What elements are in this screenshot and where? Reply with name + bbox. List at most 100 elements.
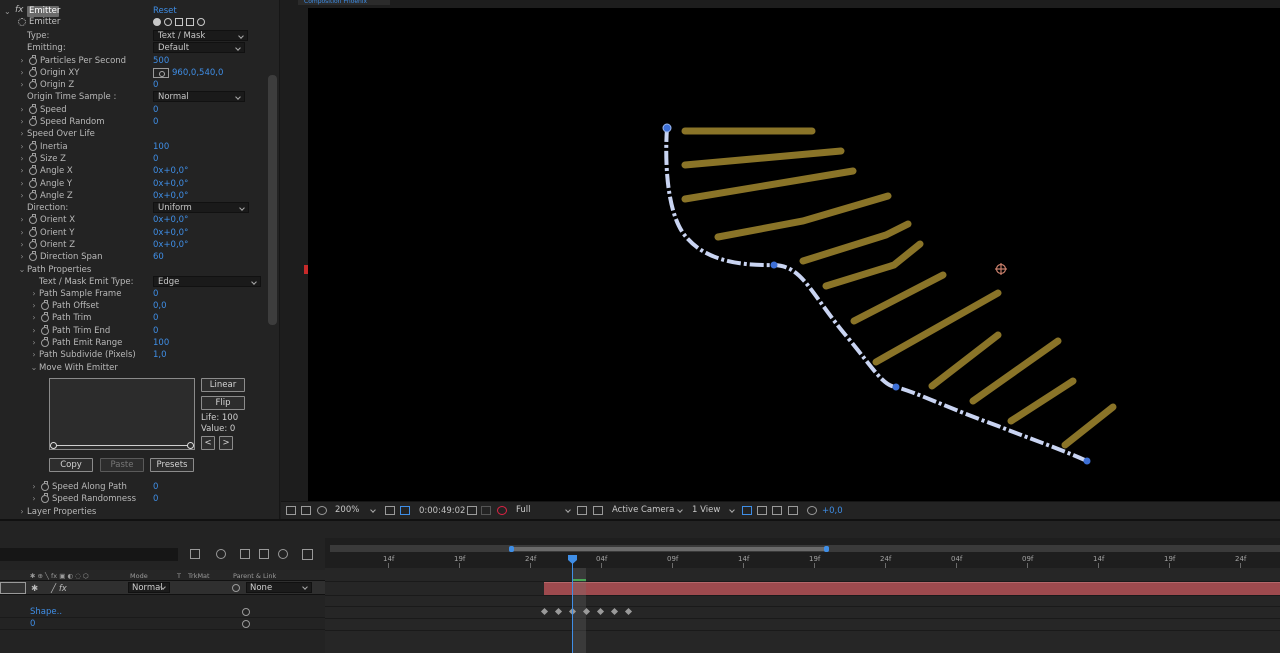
graph-end-point[interactable] xyxy=(187,442,194,449)
composition-tab[interactable]: Composition Pnoenix xyxy=(298,0,390,5)
property-row-value[interactable]: 0 xyxy=(0,618,325,630)
param-row-particles-per-second[interactable]: › Particles Per Second 500 xyxy=(0,55,266,67)
origin-point-button[interactable] xyxy=(153,68,169,78)
twirl-closed-icon[interactable]: › xyxy=(30,325,38,337)
current-timecode[interactable]: 0:00:49:02 xyxy=(419,506,465,516)
show-snapshot-icon[interactable] xyxy=(481,506,491,515)
stopwatch-icon[interactable] xyxy=(29,67,37,77)
stopwatch-icon[interactable] xyxy=(29,190,37,200)
current-time-indicator[interactable] xyxy=(572,560,573,653)
stopwatch-icon[interactable] xyxy=(41,325,49,335)
param-row-speed-along-path[interactable]: › Speed Along Path 0 xyxy=(0,481,266,493)
next-point-button[interactable]: > xyxy=(219,436,233,450)
time-ruler[interactable] xyxy=(325,538,1280,568)
stopwatch-icon[interactable] xyxy=(41,312,49,322)
param-value[interactable]: 0 xyxy=(153,312,158,324)
snapshot-region-icon[interactable] xyxy=(286,506,296,515)
box-mode-icon[interactable] xyxy=(175,18,183,26)
param-row-orient-x[interactable]: › Orient X 0x+0,0° xyxy=(0,214,266,226)
emitter-mode-icons[interactable] xyxy=(153,18,205,28)
property-shape-label[interactable]: Shape.. xyxy=(30,606,62,618)
param-row-path-subdivide-pixels[interactable]: › Path Subdivide (Pixels) 1,0 xyxy=(0,349,266,361)
param-row-path-trim-end[interactable]: › Path Trim End 0 xyxy=(0,325,266,337)
stopwatch-icon[interactable] xyxy=(29,104,37,114)
flip-button[interactable]: Flip xyxy=(201,396,245,410)
param-row-layer-properties[interactable]: › Layer Properties xyxy=(0,506,266,518)
circle-mode-icon[interactable] xyxy=(164,18,172,26)
twirl-closed-icon[interactable]: › xyxy=(18,67,26,79)
twirl-closed-icon[interactable]: › xyxy=(18,239,26,251)
exposure-value[interactable]: +0,0 xyxy=(822,506,843,516)
param-value[interactable]: 1,0 xyxy=(153,349,167,361)
param-dropdown[interactable]: Uniform xyxy=(153,202,249,213)
param-value[interactable]: 0x+0,0° xyxy=(153,190,188,202)
twirl-closed-icon[interactable]: › xyxy=(18,251,26,263)
expression-pick-whip-icon[interactable] xyxy=(242,608,250,616)
param-value[interactable]: 0x+0,0° xyxy=(153,227,188,239)
stopwatch-icon[interactable] xyxy=(29,55,37,65)
property-row-shape[interactable]: Shape.. xyxy=(0,606,325,618)
param-row-path-offset[interactable]: › Path Offset 0,0 xyxy=(0,300,266,312)
twirl-open-icon[interactable]: ⌄ xyxy=(30,362,38,374)
param-row-direction-span[interactable]: › Direction Span 60 xyxy=(0,251,266,263)
param-value[interactable]: 0x+0,0° xyxy=(153,214,188,226)
param-value[interactable]: 960,0,540,0 xyxy=(172,67,223,79)
param-value[interactable]: 0x+0,0° xyxy=(153,239,188,251)
flowchart-icon[interactable] xyxy=(788,506,798,515)
twirl-closed-icon[interactable]: › xyxy=(30,288,38,300)
stopwatch-icon[interactable] xyxy=(29,153,37,163)
stopwatch-icon[interactable] xyxy=(29,165,37,175)
param-value[interactable]: 0 xyxy=(153,153,158,165)
twirl-closed-icon[interactable]: › xyxy=(30,337,38,349)
work-area-end-handle[interactable] xyxy=(824,546,829,552)
param-dropdown[interactable]: Text / Mask xyxy=(153,30,248,41)
stopwatch-icon[interactable] xyxy=(29,141,37,151)
twirl-icon[interactable]: ⌄ xyxy=(4,6,11,17)
effect-name[interactable]: Emitter xyxy=(27,6,60,17)
param-row-text-mask-emit-type[interactable]: Text / Mask Emit Type: Edge xyxy=(0,276,266,288)
twirl-open-icon[interactable]: ⌄ xyxy=(18,264,26,276)
stopwatch-icon[interactable] xyxy=(41,481,49,491)
stopwatch-icon[interactable] xyxy=(29,79,37,89)
param-row-direction[interactable]: Direction: Uniform xyxy=(0,202,266,214)
param-row-angle-z[interactable]: › Angle Z 0x+0,0° xyxy=(0,190,266,202)
linear-button[interactable]: Linear xyxy=(201,378,245,392)
fx-icon[interactable]: fx xyxy=(15,5,24,16)
twirl-closed-icon[interactable]: › xyxy=(18,165,26,177)
param-row-path-sample-frame[interactable]: › Path Sample Frame 0 xyxy=(0,288,266,300)
twirl-closed-icon[interactable]: › xyxy=(18,116,26,128)
param-row-angle-y[interactable]: › Angle Y 0x+0,0° xyxy=(0,178,266,190)
param-dropdown[interactable]: Normal xyxy=(153,91,245,102)
twirl-closed-icon[interactable]: › xyxy=(18,55,26,67)
twirl-closed-icon[interactable]: › xyxy=(30,349,38,361)
shy-layers-icon[interactable] xyxy=(240,549,250,559)
layer-shy-switch-icon[interactable]: ✱ xyxy=(31,584,38,594)
stopwatch-icon[interactable] xyxy=(29,214,37,224)
effect-controls-scrollbar[interactable] xyxy=(268,75,277,325)
stopwatch-icon[interactable] xyxy=(29,251,37,261)
param-row-speed[interactable]: › Speed 0 xyxy=(0,104,266,116)
param-row-orient-y[interactable]: › Orient Y 0x+0,0° xyxy=(0,227,266,239)
composition-canvas[interactable] xyxy=(308,8,1280,501)
twirl-closed-icon[interactable]: › xyxy=(30,312,38,324)
twirl-closed-icon[interactable]: › xyxy=(18,153,26,165)
transparency-grid-icon[interactable] xyxy=(593,506,603,515)
view-layout-dropdown[interactable]: 1 View xyxy=(689,505,737,517)
layer-mode-dropdown[interactable]: Normal xyxy=(128,582,170,593)
twirl-closed-icon[interactable]: › xyxy=(18,128,26,140)
stopwatch-icon[interactable] xyxy=(29,178,37,188)
motion-blur-icon[interactable] xyxy=(278,549,288,559)
param-dropdown[interactable]: Default xyxy=(153,42,245,53)
layer-switches[interactable]: ╱ fx xyxy=(51,584,67,594)
twirl-closed-icon[interactable]: › xyxy=(18,190,26,202)
region-of-interest-icon[interactable] xyxy=(577,506,587,515)
param-row-move-with-emitter[interactable]: ⌄ Move With Emitter xyxy=(0,362,266,374)
param-value[interactable]: 0x+0,0° xyxy=(153,178,188,190)
param-value[interactable]: 0 xyxy=(153,493,158,505)
param-value[interactable]: 0 xyxy=(153,481,158,493)
timeline-search-field[interactable] xyxy=(0,548,178,561)
mask-path-icon[interactable] xyxy=(400,506,410,515)
color-channel-icon[interactable] xyxy=(497,506,507,515)
param-row-angle-x[interactable]: › Angle X 0x+0,0° xyxy=(0,165,266,177)
param-row-path-properties[interactable]: ⌄ Path Properties xyxy=(0,264,266,276)
